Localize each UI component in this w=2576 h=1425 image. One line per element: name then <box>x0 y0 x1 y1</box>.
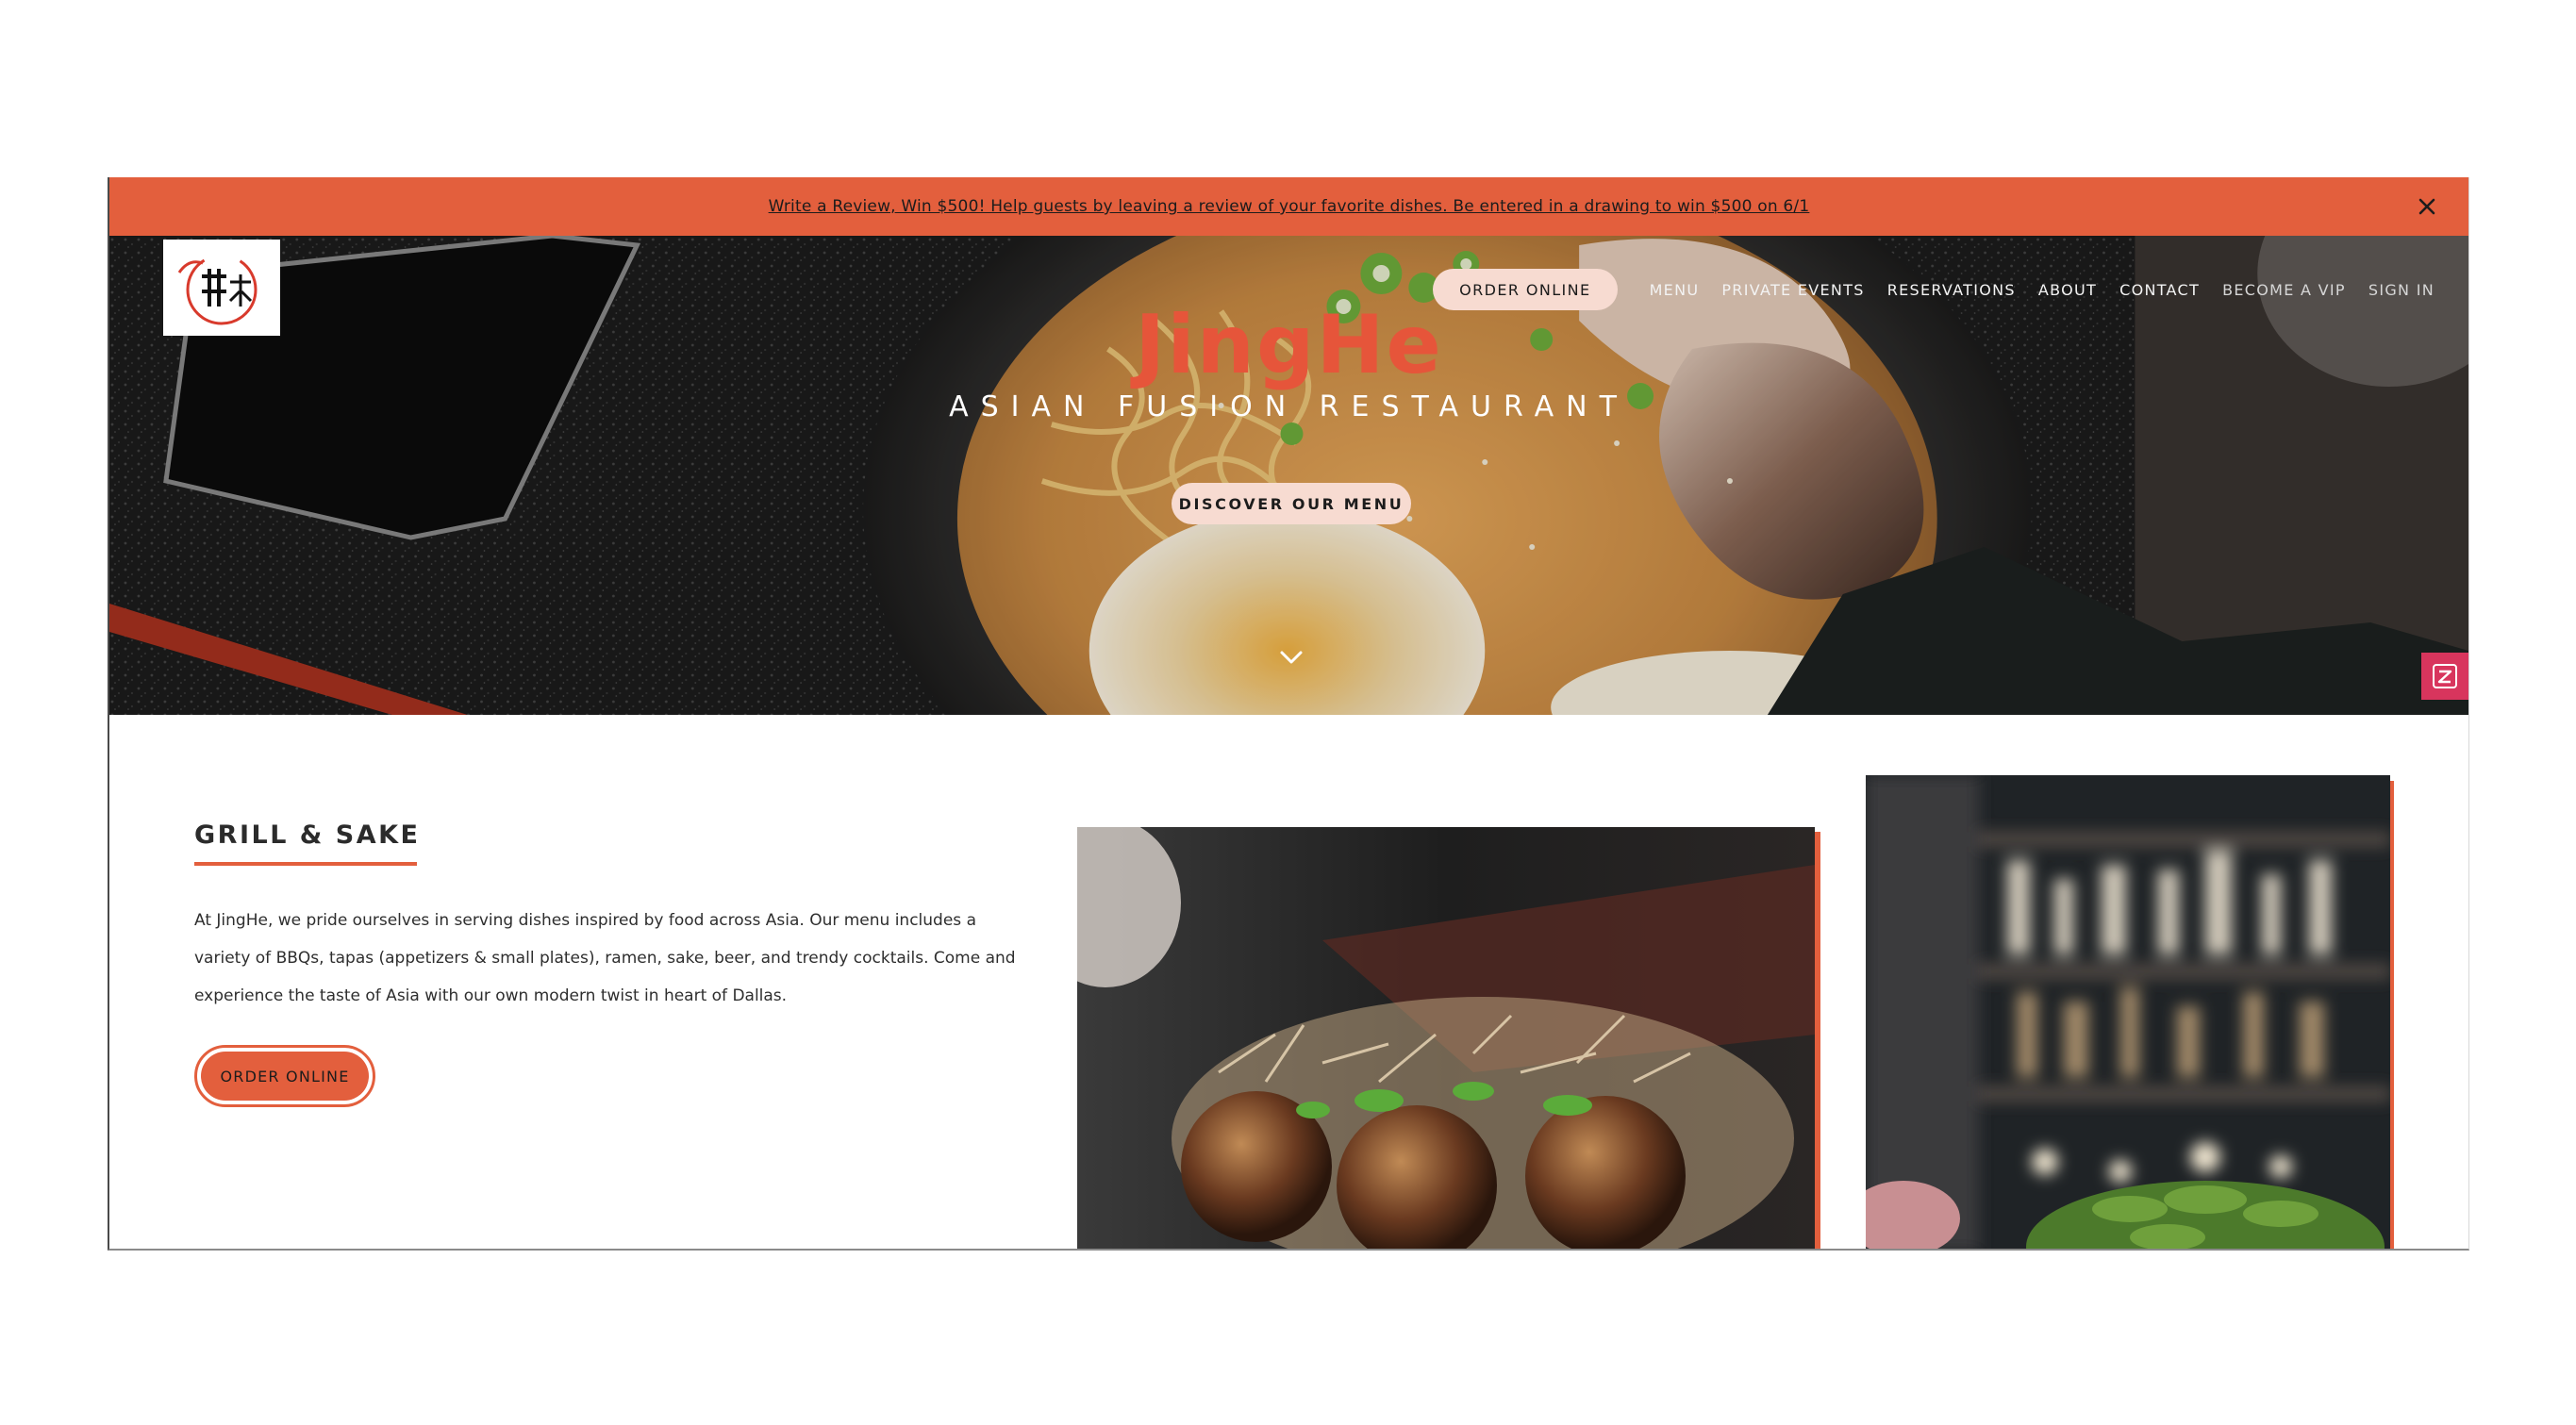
takoyaki-photo <box>1077 827 1815 1249</box>
hero-title: JingHe <box>1135 298 1443 392</box>
z-icon <box>2433 664 2457 688</box>
photo-accent-bar <box>1815 832 1820 1249</box>
section-description: At JingHe, we pride ourselves in serving… <box>194 911 1016 1005</box>
order-online-button[interactable]: ORDER ONLINE <box>194 1045 375 1107</box>
zenchef-widget-icon[interactable] <box>2421 653 2468 700</box>
order-online-label: ORDER ONLINE <box>201 1052 369 1101</box>
discover-menu-button[interactable]: DISCOVER OUR MENU <box>1172 483 1411 524</box>
nav-item-private-events[interactable]: PRIVATE EVENTS <box>1721 281 1864 299</box>
announcement-link[interactable]: Write a Review, Win $500! Help guests by… <box>769 197 1810 216</box>
section-heading: GRILL & SAKE <box>194 820 421 850</box>
grill-sake-section: GRILL & SAKE At JingHe, we pride ourselv… <box>109 715 2468 1249</box>
hero-subtitle: ASIAN FUSION RESTAURANT <box>949 390 1629 423</box>
browser-viewport: Write a Review, Win $500! Help guests by… <box>108 177 2469 1251</box>
nav-item-become-vip[interactable]: BECOME A VIP <box>2222 281 2346 299</box>
heading-underline <box>194 862 417 866</box>
hero-banner: ORDER ONLINE MENU PRIVATE EVENTS RESERVA… <box>109 236 2468 715</box>
nav-item-menu[interactable]: MENU <box>1650 281 1700 299</box>
nav-item-reservations[interactable]: RESERVATIONS <box>1887 281 2016 299</box>
chevron-down-icon[interactable] <box>1276 647 1306 668</box>
nav-item-contact[interactable]: CONTACT <box>2119 281 2200 299</box>
announcement-bar: Write a Review, Win $500! Help guests by… <box>109 177 2468 236</box>
nav-item-sign-in[interactable]: SIGN IN <box>2368 281 2435 299</box>
bar-shelf-photo <box>1866 775 2390 1249</box>
nav-item-about[interactable]: ABOUT <box>2038 281 2097 299</box>
close-icon[interactable] <box>2414 193 2440 220</box>
